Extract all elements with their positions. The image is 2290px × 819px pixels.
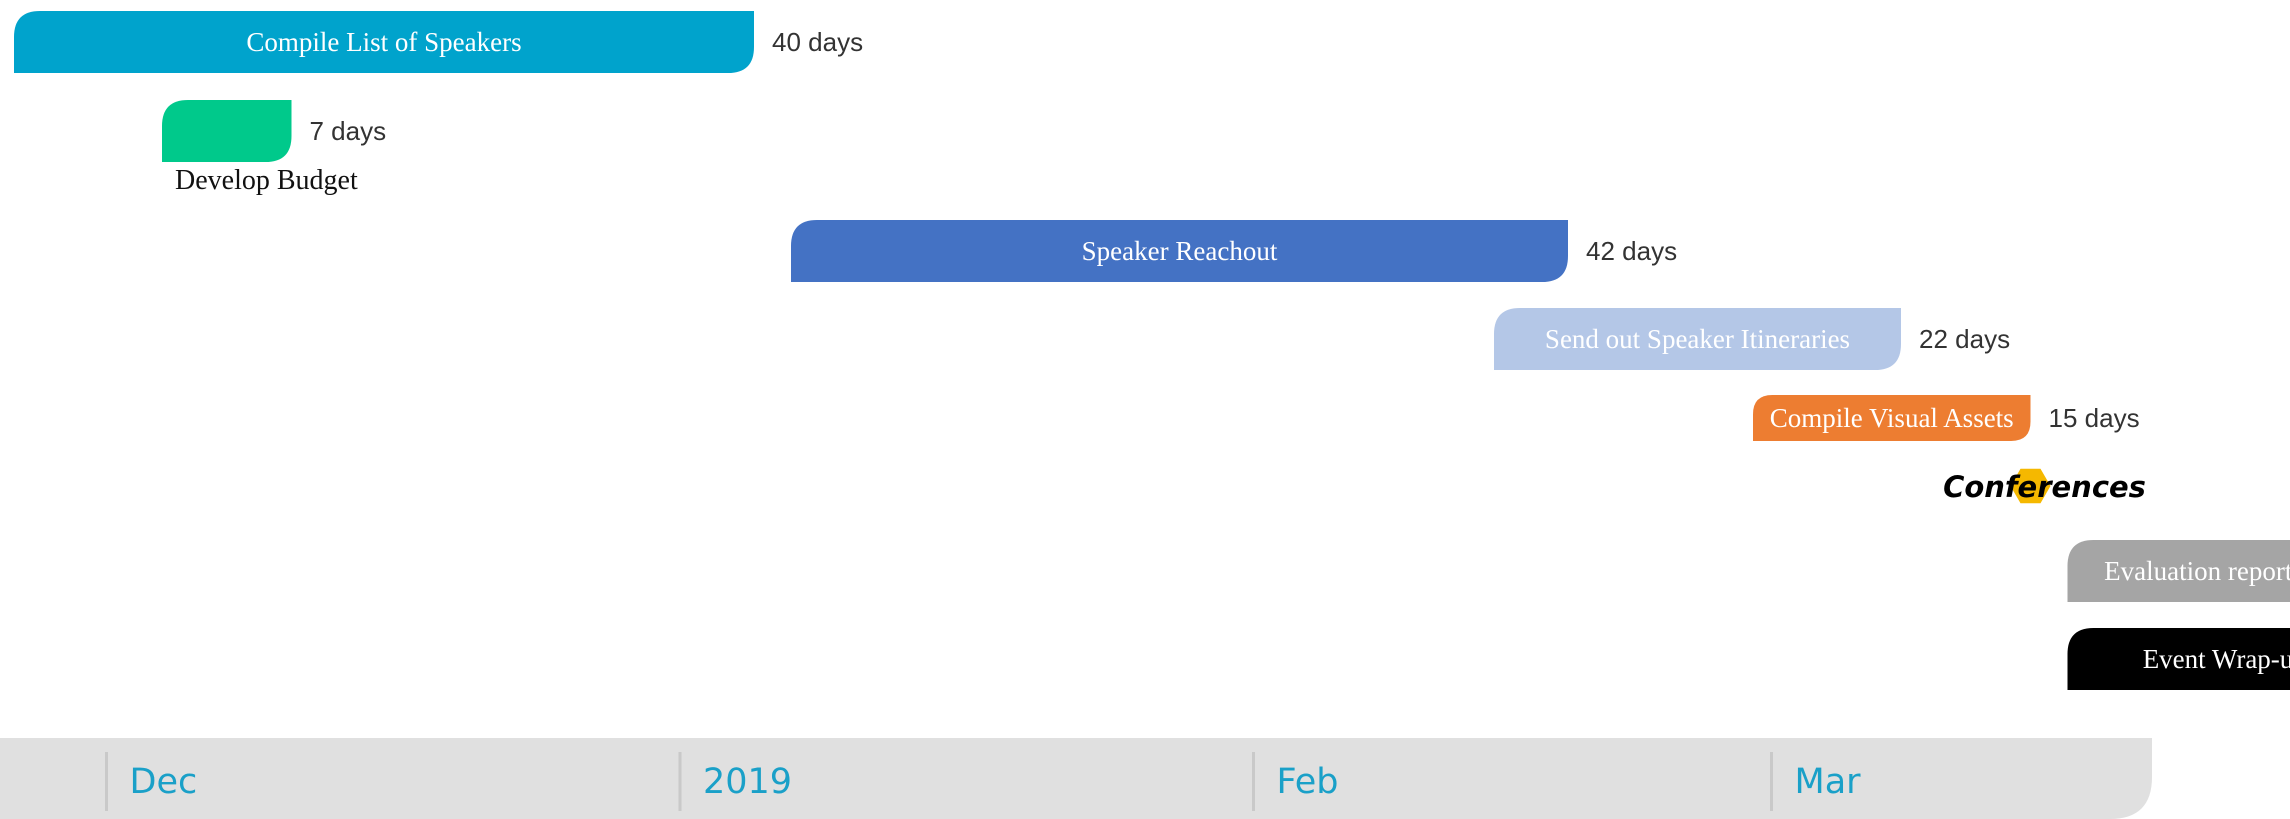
timeline-label-dec: Dec [130,762,198,802]
timeline-label-mar: Mar [1795,762,1862,802]
task-send-out-speaker-itineraries-label: Send out Speaker Itineraries [1545,324,1850,354]
task-develop-budget-label: Develop Budget [175,165,358,196]
gantt-chart: Compile List of Speakers 40 days Develop B… [0,11,2290,819]
task-develop-budget-bar [162,100,292,162]
task-compile-visual-assets-duration: 15 days [2049,403,2140,433]
task-compile-list-of-speakers-label: Compile List of Speakers [246,27,521,57]
task-compile-list-of-speakers-duration: 40 days [772,27,863,57]
task-develop-budget-duration: 7 days [310,116,387,146]
task-speaker-reachout-duration: 42 days [1586,236,1677,266]
task-event-wrap-up-label: Event Wrap-up [2143,644,2290,674]
task-send-out-speaker-itineraries-duration: 22 days [1919,324,2010,354]
milestone-conferences-label: Conferences [1943,470,2146,504]
task-compile-visual-assets-label: Compile Visual Assets [1770,403,2014,433]
timeline-label-feb: Feb [1277,762,1339,802]
task-evaluation-reporting-label: Evaluation reporting [2104,556,2290,586]
task-speaker-reachout-label: Speaker Reachout [1082,236,1278,266]
timeline-label-2019: 2019 [703,762,792,802]
